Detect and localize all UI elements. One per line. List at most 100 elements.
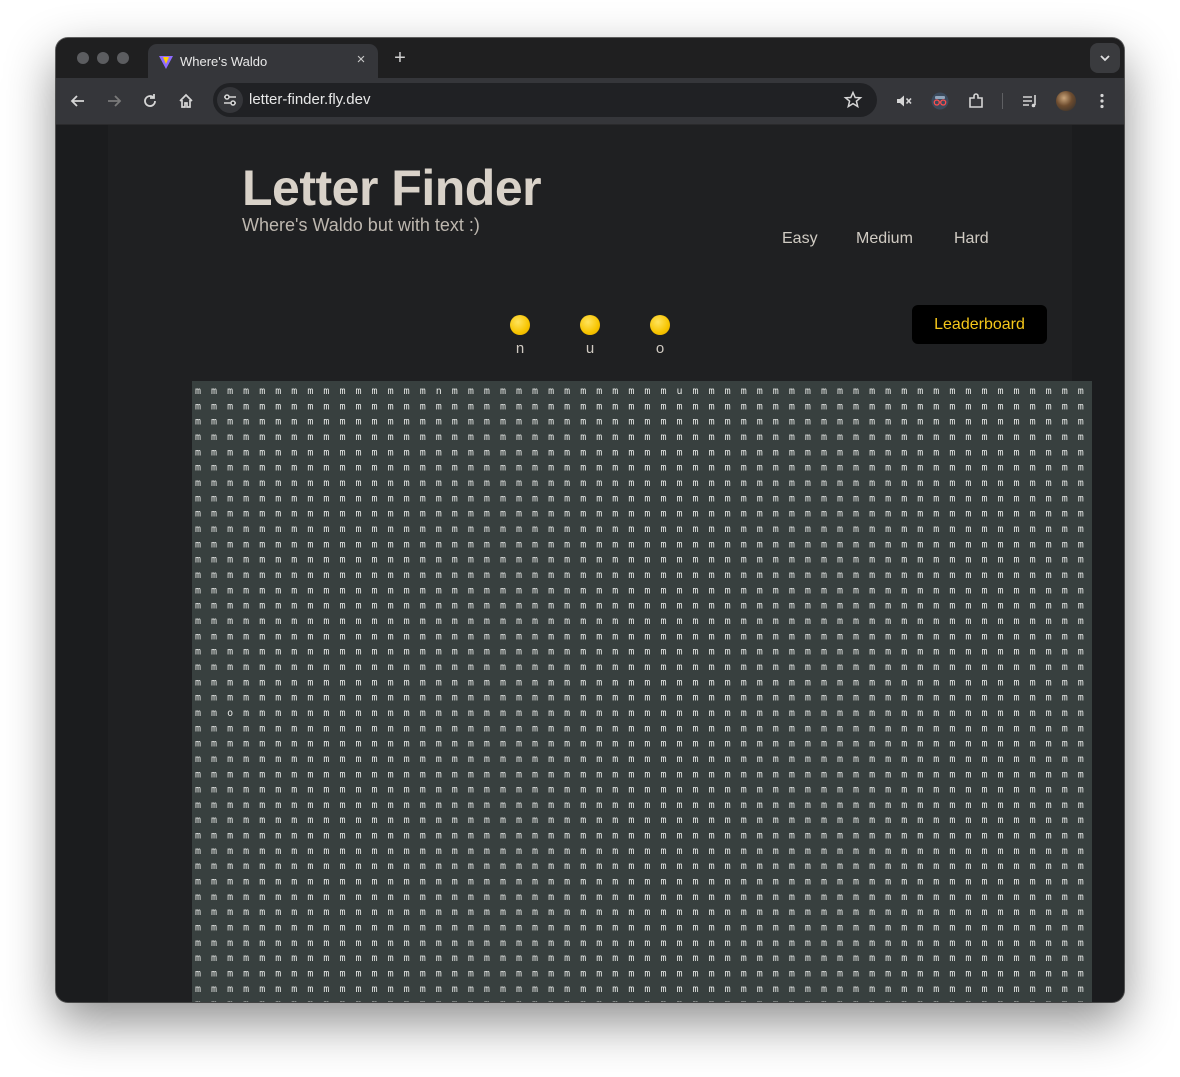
grid-letter-cell[interactable]: m (1030, 861, 1036, 872)
grid-letter-cell[interactable]: m (644, 447, 650, 458)
grid-letter-cell[interactable]: m (548, 723, 554, 734)
grid-letter-cell[interactable]: m (195, 708, 201, 719)
grid-letter-cell[interactable]: m (741, 754, 747, 765)
grid-letter-cell[interactable]: m (211, 647, 217, 658)
grid-letter-cell[interactable]: m (356, 815, 362, 826)
grid-letter-cell[interactable]: m (500, 969, 506, 980)
grid-letter-cell[interactable]: m (789, 493, 795, 504)
grid-letter-cell[interactable]: m (372, 861, 378, 872)
grid-letter-cell[interactable]: m (548, 647, 554, 658)
grid-letter-cell[interactable]: m (356, 432, 362, 443)
grid-letter-cell[interactable]: m (821, 631, 827, 642)
grid-letter-cell[interactable]: m (644, 846, 650, 857)
grid-letter-cell[interactable]: m (372, 662, 378, 673)
grid-letter-cell[interactable]: m (548, 892, 554, 903)
grid-letter-cell[interactable]: m (339, 585, 345, 596)
grid-letter-cell[interactable]: m (596, 938, 602, 949)
grid-letter-cell[interactable]: m (307, 969, 313, 980)
grid-letter-cell[interactable]: m (307, 493, 313, 504)
grid-letter-cell[interactable]: m (227, 754, 233, 765)
grid-letter-cell[interactable]: m (516, 754, 522, 765)
grid-letter-cell[interactable]: m (981, 693, 987, 704)
grid-letter-cell[interactable]: m (901, 585, 907, 596)
grid-letter-cell[interactable]: m (388, 447, 394, 458)
grid-letter-cell[interactable]: m (452, 555, 458, 566)
grid-letter-cell[interactable]: m (516, 601, 522, 612)
grid-letter-cell[interactable]: m (468, 923, 474, 934)
grid-letter-cell[interactable]: m (468, 938, 474, 949)
grid-letter-cell[interactable]: m (323, 401, 329, 412)
grid-letter-cell[interactable]: m (532, 432, 538, 443)
grid-letter-cell[interactable]: m (275, 739, 281, 750)
grid-letter-cell[interactable]: m (981, 815, 987, 826)
grid-letter-cell[interactable]: m (805, 386, 811, 397)
grid-letter-cell[interactable]: m (773, 846, 779, 857)
grid-letter-cell[interactable]: m (420, 601, 426, 612)
grid-letter-cell[interactable]: m (869, 677, 875, 688)
grid-letter-cell[interactable]: m (436, 846, 442, 857)
grid-letter-cell[interactable]: m (356, 800, 362, 811)
grid-letter-cell[interactable]: m (885, 800, 891, 811)
grid-letter-cell[interactable]: m (773, 769, 779, 780)
grid-letter-cell[interactable]: m (323, 769, 329, 780)
grid-letter-cell[interactable]: m (211, 984, 217, 995)
grid-letter-cell[interactable]: m (243, 601, 249, 612)
grid-letter-cell[interactable]: m (532, 417, 538, 428)
grid-letter-cell[interactable]: m (1030, 953, 1036, 964)
grid-letter-cell[interactable]: m (773, 953, 779, 964)
grid-letter-cell[interactable]: m (677, 616, 683, 627)
grid-letter-cell[interactable]: m (1014, 723, 1020, 734)
grid-letter-cell[interactable]: m (1062, 478, 1068, 489)
grid-letter-cell[interactable]: m (356, 953, 362, 964)
grid-letter-cell[interactable]: m (917, 386, 923, 397)
grid-letter-cell[interactable]: m (773, 969, 779, 980)
grid-letter-cell[interactable]: m (596, 846, 602, 857)
grid-letter-cell[interactable]: m (564, 478, 570, 489)
grid-letter-cell[interactable]: m (837, 831, 843, 842)
grid-letter-cell[interactable]: m (339, 616, 345, 627)
grid-letter-cell[interactable]: m (580, 892, 586, 903)
grid-letter-cell[interactable]: m (1030, 785, 1036, 796)
grid-letter-cell[interactable]: m (949, 969, 955, 980)
grid-letter-cell[interactable]: m (933, 616, 939, 627)
grid-letter-cell[interactable]: m (195, 570, 201, 581)
grid-letter-cell[interactable]: m (227, 585, 233, 596)
grid-letter-cell[interactable]: m (291, 984, 297, 995)
grid-letter-cell[interactable]: m (612, 938, 618, 949)
grid-letter-cell[interactable]: m (323, 708, 329, 719)
grid-letter-cell[interactable]: m (660, 969, 666, 980)
grid-letter-cell[interactable]: m (805, 800, 811, 811)
grid-letter-cell[interactable]: m (516, 509, 522, 520)
grid-letter-cell[interactable]: m (548, 938, 554, 949)
grid-letter-cell[interactable]: m (195, 677, 201, 688)
grid-letter-cell[interactable]: m (452, 861, 458, 872)
grid-letter-cell[interactable]: m (1062, 984, 1068, 995)
grid-letter-cell[interactable]: m (195, 401, 201, 412)
grid-letter-cell[interactable]: m (1014, 463, 1020, 474)
grid-letter-cell[interactable]: m (596, 616, 602, 627)
grid-letter-cell[interactable]: m (1014, 570, 1020, 581)
grid-letter-cell[interactable]: m (709, 432, 715, 443)
grid-letter-cell[interactable]: m (388, 386, 394, 397)
grid-letter-cell[interactable]: m (564, 739, 570, 750)
grid-letter-cell[interactable]: m (356, 723, 362, 734)
grid-letter-cell[interactable]: m (709, 984, 715, 995)
grid-letter-cell[interactable]: m (901, 861, 907, 872)
grid-letter-cell[interactable]: m (1046, 846, 1052, 857)
grid-letter-cell[interactable]: m (901, 800, 907, 811)
grid-letter-cell[interactable]: m (789, 938, 795, 949)
grid-letter-cell[interactable]: m (837, 539, 843, 550)
grid-letter-cell[interactable]: m (965, 785, 971, 796)
grid-letter-cell[interactable]: m (837, 815, 843, 826)
grid-letter-cell[interactable]: m (612, 631, 618, 642)
grid-letter-cell[interactable]: m (388, 785, 394, 796)
grid-letter-cell[interactable]: m (1062, 677, 1068, 688)
grid-letter-cell[interactable]: m (725, 570, 731, 581)
grid-letter-cell[interactable]: m (677, 785, 683, 796)
grid-letter-cell[interactable]: m (420, 892, 426, 903)
grid-letter-cell[interactable]: m (773, 892, 779, 903)
grid-letter-cell[interactable]: m (628, 785, 634, 796)
grid-letter-cell[interactable]: m (580, 524, 586, 535)
grid-letter-cell[interactable]: m (388, 478, 394, 489)
grid-letter-cell[interactable]: m (339, 417, 345, 428)
